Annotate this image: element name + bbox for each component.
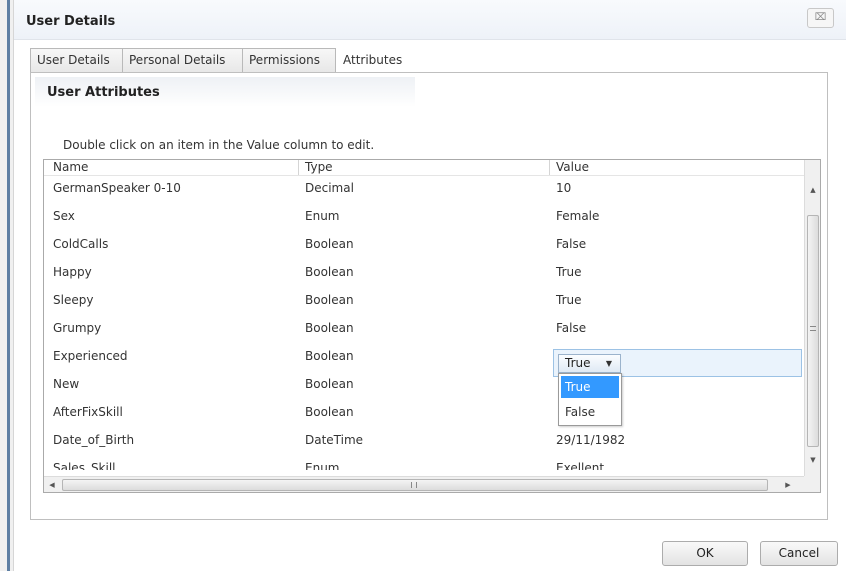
cell-value[interactable]: 29/11/1982	[556, 433, 625, 447]
window-edge	[0, 0, 14, 571]
tab-label: User Details	[37, 53, 110, 67]
cell-name: New	[53, 377, 80, 391]
tab-label: Attributes	[343, 53, 403, 67]
column-divider[interactable]	[298, 160, 299, 176]
tab-permissions[interactable]: Permissions	[242, 48, 336, 73]
cancel-button[interactable]: Cancel	[760, 541, 838, 566]
dropdown-option-false[interactable]: False	[561, 401, 619, 423]
table-row[interactable]: Grumpy Boolean False	[44, 321, 804, 349]
tab-label: Personal Details	[129, 53, 226, 67]
cell-type: Boolean	[305, 293, 354, 307]
scrollbar-corner	[804, 476, 820, 492]
chevron-down-icon: ▼	[605, 359, 612, 368]
cell-type: Boolean	[305, 265, 354, 279]
close-icon: ⌧	[814, 12, 827, 23]
tab-user-details[interactable]: User Details	[30, 48, 123, 73]
panel-title: User Attributes	[47, 85, 160, 100]
table-row[interactable]: Happy Boolean True	[44, 265, 804, 293]
instruction-text: Double click on an item in the Value col…	[63, 138, 375, 152]
cell-type: Boolean	[305, 321, 354, 335]
cell-type: Enum	[305, 209, 340, 223]
table-row[interactable]: New Boolean	[44, 377, 804, 405]
dropdown-selected-value: True	[565, 356, 591, 370]
cell-type: Boolean	[305, 377, 354, 391]
table-row-partial[interactable]: Sales_Skill Enum Exellent	[44, 461, 804, 470]
table-row[interactable]: Sleepy Boolean True	[44, 293, 804, 321]
cell-value[interactable]: Female	[556, 209, 599, 223]
attributes-grid: Name Type Value GermanSpeaker 0-10 Decim…	[43, 159, 821, 493]
horizontal-scroll-thumb[interactable]	[62, 479, 768, 491]
cell-value[interactable]: Exellent	[556, 461, 604, 470]
table-row[interactable]: GermanSpeaker 0-10 Decimal 10	[44, 181, 804, 209]
close-button[interactable]: ⌧	[807, 8, 834, 28]
column-header-type[interactable]: Type	[305, 160, 333, 174]
ok-button[interactable]: OK	[662, 541, 748, 566]
cell-value[interactable]: 10	[556, 181, 571, 195]
scroll-left-icon[interactable]: ◀	[44, 477, 60, 492]
value-dropdown[interactable]: True ▼	[558, 354, 621, 373]
cell-name: Sleepy	[53, 293, 94, 307]
cell-type: DateTime	[305, 433, 364, 447]
tab-personal-details[interactable]: Personal Details	[122, 48, 243, 73]
cell-value[interactable]: True	[556, 265, 582, 279]
table-row[interactable]: AfterFixSkill Boolean	[44, 405, 804, 433]
table-row[interactable]: ColdCalls Boolean False	[44, 237, 804, 265]
cell-name: Happy	[53, 265, 92, 279]
scroll-right-icon[interactable]: ▶	[780, 477, 796, 492]
horizontal-scrollbar[interactable]: ◀ ▶	[44, 476, 804, 492]
grip-icon	[411, 482, 417, 488]
cell-name: AfterFixSkill	[53, 405, 123, 419]
table-row[interactable]: Date_of_Birth DateTime 29/11/1982	[44, 433, 804, 461]
value-dropdown-list: True False	[558, 373, 622, 426]
dialog-title: User Details	[26, 14, 116, 29]
cell-type: Boolean	[305, 349, 354, 363]
cell-value[interactable]: False	[556, 321, 586, 335]
attributes-panel: User Attributes Double click on an item …	[30, 72, 828, 520]
cell-name: Grumpy	[53, 321, 102, 335]
cell-value[interactable]: False	[556, 237, 586, 251]
header-divider	[44, 175, 804, 176]
column-header-value[interactable]: Value	[556, 160, 589, 174]
cell-type: Enum	[305, 461, 340, 470]
table-row-editing[interactable]: Experienced Boolean True ▼	[44, 349, 804, 377]
scroll-down-icon[interactable]: ▼	[805, 452, 820, 468]
cell-name: Experienced	[53, 349, 128, 363]
tab-attributes[interactable]: Attributes	[336, 48, 418, 74]
grip-icon	[810, 326, 816, 331]
cell-type: Boolean	[305, 405, 354, 419]
cell-value[interactable]: True	[556, 293, 582, 307]
cell-name: GermanSpeaker 0-10	[53, 181, 181, 195]
column-header-name[interactable]: Name	[53, 160, 88, 174]
vertical-scroll-thumb[interactable]	[807, 215, 819, 447]
cell-name: Sales_Skill	[53, 461, 116, 470]
tab-label: Permissions	[249, 53, 320, 67]
scroll-up-icon[interactable]: ▲	[805, 182, 820, 198]
attributes-header: User Attributes	[35, 77, 415, 107]
dropdown-option-true[interactable]: True	[561, 376, 619, 398]
table-row[interactable]: Sex Enum Female	[44, 209, 804, 237]
cell-name: Date_of_Birth	[53, 433, 135, 447]
column-divider[interactable]	[549, 160, 550, 176]
window-edge-accent	[7, 0, 10, 571]
cell-name: ColdCalls	[53, 237, 109, 251]
dialog-titlebar: User Details ⌧	[14, 0, 846, 40]
vertical-scrollbar[interactable]: ▲ ▼	[804, 160, 820, 476]
cell-name: Sex	[53, 209, 75, 223]
cell-type: Decimal	[305, 181, 354, 195]
cell-type: Boolean	[305, 237, 354, 251]
